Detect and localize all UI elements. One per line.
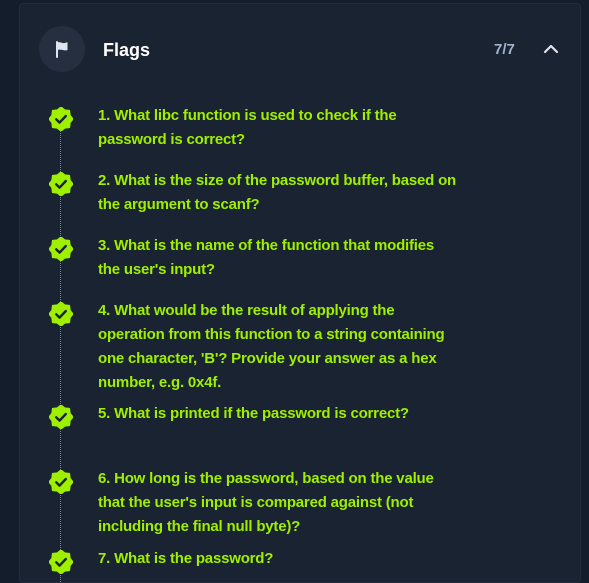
collapse-button[interactable] (541, 39, 561, 59)
flags-panel: Flags 7/7 1. What libc function is used … (19, 3, 581, 583)
question-text: 2. What is the size of the password buff… (98, 172, 456, 213)
flag-icon-badge (39, 26, 85, 72)
chevron-up-icon (543, 44, 559, 54)
question-text: 5. What is printed if the password is co… (98, 405, 409, 422)
check-badge-icon (49, 107, 73, 131)
flags-count: 7/7 (494, 41, 515, 58)
question-text: 7. What is the password? (98, 550, 274, 567)
flag-icon (56, 41, 68, 58)
question-text: 1. What libc function is used to check i… (98, 107, 397, 148)
question-text: 3. What is the name of the function that… (98, 237, 435, 278)
check-badge-icon (49, 550, 73, 574)
check-badge-icon (49, 237, 73, 261)
question-text: 6. How long is the password, based on th… (98, 470, 434, 535)
check-badge-icon (49, 302, 73, 326)
check-badge-icon (49, 470, 73, 494)
flags-header[interactable]: Flags 7/7 (20, 4, 580, 96)
check-badge-icon (49, 405, 73, 429)
question-text: 4. What would be the result of applying … (98, 302, 445, 391)
check-badge-icon (49, 172, 73, 196)
panel-title: Flags (103, 40, 151, 60)
